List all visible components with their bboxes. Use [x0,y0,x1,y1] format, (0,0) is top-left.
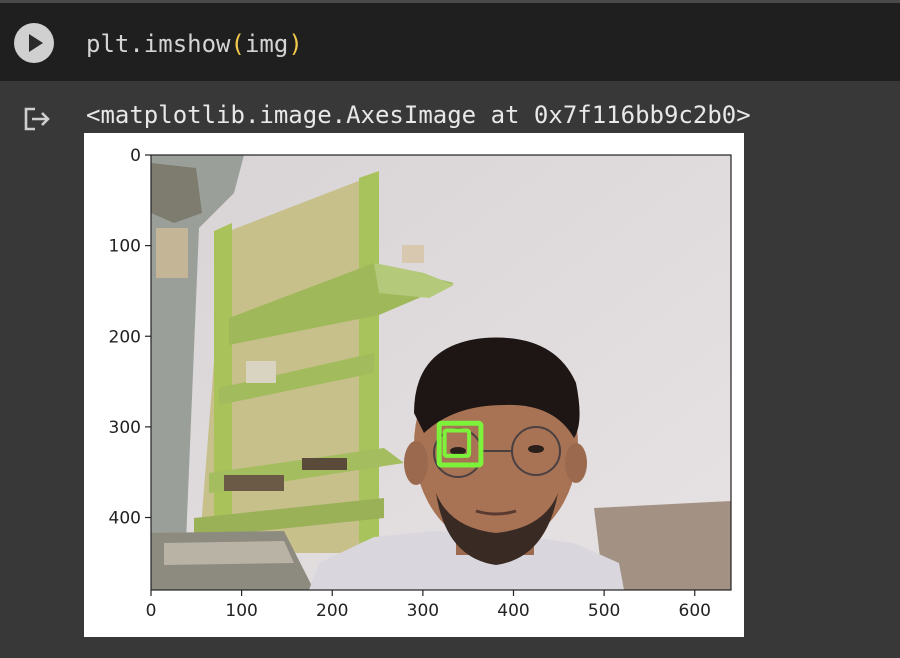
code-line[interactable]: plt.imshow(img) [86,29,303,59]
x-tick-label: 200 [316,601,348,621]
x-tick-label: 500 [588,601,620,621]
x-tick-label: 100 [225,601,257,621]
x-axis: 0 100 200 300 400 500 600 [146,590,711,621]
x-tick-label: 600 [679,601,711,621]
x-tick-label: 0 [146,601,157,621]
output-text: <matplotlib.image.AxesImage at 0x7f116bb… [86,101,751,129]
code-close-paren: ) [288,30,303,58]
x-tick-label: 400 [497,601,529,621]
y-tick-label: 300 [109,418,141,438]
y-tick-label: 100 [109,237,141,257]
run-cell-button[interactable] [14,23,54,63]
matplotlib-figure: 0 100 200 300 400 500 600 0 100 200 300 400 [84,133,744,637]
y-tick-label: 200 [109,327,141,347]
y-tick-label: 0 [130,146,141,166]
play-icon [29,34,43,52]
y-tick-label: 400 [109,509,141,529]
x-tick-label: 300 [407,601,439,621]
image-plot: 0 100 200 300 400 500 600 0 100 200 300 400 [109,146,732,621]
webcam-image [151,155,731,590]
code-function: plt.imshow [86,30,231,58]
code-argument: img [244,30,289,58]
code-open-paren: ( [230,30,245,58]
code-cell-input[interactable]: plt.imshow(img) [0,3,900,81]
y-axis: 0 100 200 300 400 [109,146,151,529]
output-redirect-icon[interactable] [22,104,52,134]
